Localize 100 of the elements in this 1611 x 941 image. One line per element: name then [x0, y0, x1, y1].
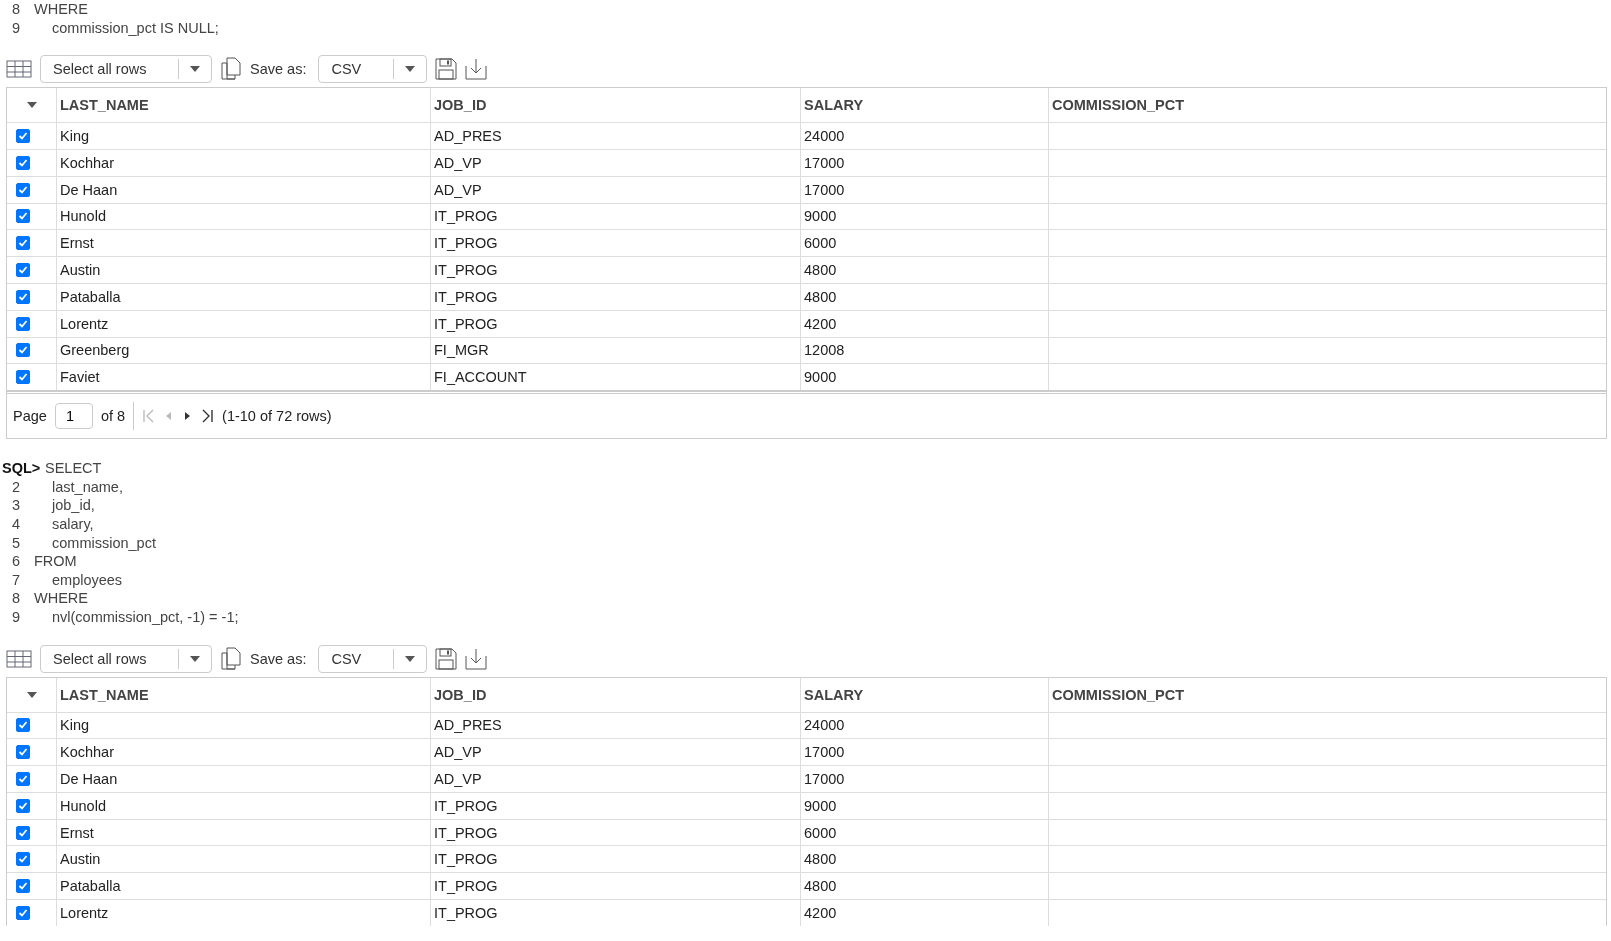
table-cell: 4800 — [800, 283, 1048, 310]
caret-icon — [404, 654, 417, 663]
table-cell: 4800 — [800, 873, 1048, 900]
table-cell: AD_VP — [430, 150, 800, 176]
line-number: 3 — [11, 496, 22, 515]
row-checkbox[interactable] — [15, 772, 30, 786]
select-rows-dropdown[interactable]: Select all rows — [40, 55, 212, 84]
row-checkbox[interactable] — [15, 343, 30, 358]
row-checkbox[interactable] — [15, 263, 30, 278]
last-page-icon[interactable] — [200, 409, 215, 424]
row-checkbox[interactable] — [15, 289, 30, 304]
format-dropdown[interactable]: CSV — [318, 644, 428, 673]
save-as-label: Save as: — [250, 61, 307, 78]
table-cell: Lorentz — [56, 310, 430, 337]
table-cell: Pataballa — [56, 283, 430, 310]
table-cell: 4200 — [800, 310, 1048, 337]
grid-icon[interactable] — [6, 649, 32, 668]
table-cell: IT_PROG — [430, 310, 800, 337]
column-header[interactable]: SALARY — [800, 677, 1048, 712]
row-checkbox[interactable] — [15, 825, 30, 840]
table-cell: IT_PROG — [430, 203, 800, 230]
row-checkbox[interactable] — [15, 905, 30, 920]
row-checkbox[interactable] — [15, 236, 30, 251]
table-cell: King — [56, 123, 430, 149]
table-cell: Hunold — [56, 203, 430, 230]
table-cell: 24000 — [800, 712, 1048, 739]
table-cell: King — [56, 712, 430, 739]
table-cell: 17000 — [800, 176, 1048, 203]
table-cell: IT_PROG — [430, 873, 800, 900]
table-cell: 17000 — [800, 739, 1048, 766]
save-icon[interactable] — [435, 58, 458, 81]
copy-icon[interactable] — [220, 57, 242, 82]
code-line: commission_pct IS NULL; — [51, 18, 219, 38]
column-header[interactable]: JOB_ID — [430, 677, 800, 712]
column-header[interactable]: LAST_NAME — [56, 677, 430, 712]
table-cell: Lorentz — [56, 900, 430, 926]
column-header[interactable]: LAST_NAME — [56, 88, 430, 123]
grid-icon[interactable] — [6, 60, 32, 79]
code-line: salary, — [51, 514, 94, 534]
column-header[interactable]: SALARY — [800, 88, 1048, 123]
table-cell: 4200 — [800, 900, 1048, 926]
row-checkbox[interactable] — [15, 852, 30, 867]
table-cell: 17000 — [800, 766, 1048, 792]
line-number: 4 — [11, 514, 22, 534]
select-rows-dropdown[interactable]: Select all rows — [40, 644, 212, 673]
table-cell: FI_MGR — [430, 337, 800, 364]
line-number: 2 — [11, 477, 22, 497]
caret-icon — [189, 65, 201, 74]
table-cell: Faviet — [56, 364, 430, 391]
table-cell: 6000 — [800, 230, 1048, 257]
table-cell: 4800 — [800, 846, 1048, 873]
row-checkbox[interactable] — [15, 182, 30, 197]
sort-caret-icon[interactable] — [25, 101, 38, 110]
page-number-field[interactable]: 1 — [54, 403, 93, 430]
table-cell: 9000 — [800, 792, 1048, 819]
row-checkbox[interactable] — [15, 370, 30, 385]
table-cell: Kochhar — [56, 150, 430, 176]
column-header[interactable]: JOB_ID — [430, 88, 800, 123]
table-cell: AD_VP — [430, 176, 800, 203]
table-cell: Greenberg — [56, 337, 430, 364]
row-checkbox[interactable] — [15, 155, 30, 170]
table-cell: 17000 — [800, 150, 1048, 176]
table-cell: De Haan — [56, 176, 430, 203]
table-cell: AD_VP — [430, 766, 800, 792]
line-number: 9 — [11, 18, 22, 38]
save-as-label: Save as: — [250, 650, 307, 667]
download-icon[interactable] — [465, 58, 488, 81]
save-icon[interactable] — [435, 647, 458, 670]
column-header[interactable]: COMMISSION_PCT — [1048, 88, 1606, 123]
row-checkbox[interactable] — [15, 879, 30, 894]
sort-caret-icon[interactable] — [25, 690, 38, 699]
row-checkbox[interactable] — [15, 798, 30, 813]
table-cell: IT_PROG — [430, 230, 800, 257]
table-cell: IT_PROG — [430, 257, 800, 283]
line-number: 8 — [11, 0, 22, 19]
row-checkbox[interactable] — [15, 718, 30, 733]
table-cell: IT_PROG — [430, 792, 800, 819]
code-line: nvl(commission_pct, -1) = -1; — [51, 607, 239, 627]
code-line: employees — [51, 570, 123, 590]
row-checkbox[interactable] — [15, 129, 30, 144]
table-cell: IT_PROG — [430, 283, 800, 310]
row-checkbox[interactable] — [15, 316, 30, 331]
page-count: of 8 — [100, 408, 126, 425]
table-cell: Austin — [56, 257, 430, 283]
table-cell: Ernst — [56, 819, 430, 846]
table-cell: 4800 — [800, 257, 1048, 283]
copy-icon[interactable] — [220, 646, 242, 671]
sql-prompt: SQL> — [2, 459, 42, 478]
column-header[interactable]: COMMISSION_PCT — [1048, 677, 1606, 712]
table-cell: IT_PROG — [430, 819, 800, 846]
table-cell: 12008 — [800, 337, 1048, 364]
download-icon[interactable] — [465, 647, 488, 670]
row-checkbox[interactable] — [15, 745, 30, 760]
table-cell: 9000 — [800, 364, 1048, 391]
table-cell: AD_PRES — [430, 712, 800, 739]
table-cell: IT_PROG — [430, 900, 800, 926]
table-cell: AD_PRES — [430, 123, 800, 149]
format-dropdown[interactable]: CSV — [318, 55, 428, 84]
row-checkbox[interactable] — [15, 209, 30, 224]
table-cell: Austin — [56, 846, 430, 873]
